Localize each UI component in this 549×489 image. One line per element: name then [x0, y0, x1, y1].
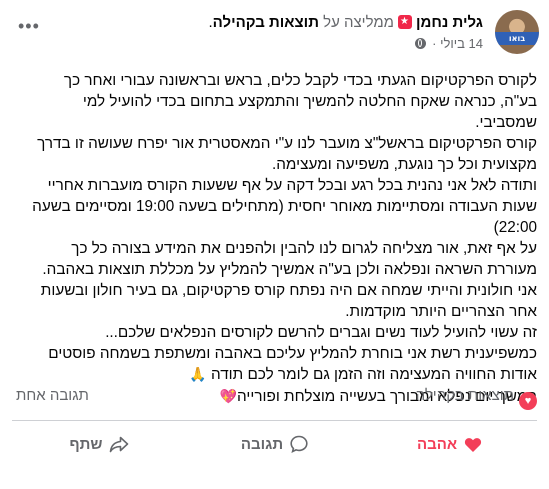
love-button-label: אהבה — [416, 435, 458, 453]
author-name[interactable]: גלית נחמן — [416, 14, 483, 31]
recommended-page-name[interactable]: תוצאות בקהילה — [213, 14, 319, 31]
post-line: קורס הפרקטיקום בראשל"צ מועבר לנו ע"י המא… — [37, 135, 537, 152]
post-meta: 14 ביולי · — [414, 36, 483, 51]
share-icon — [110, 436, 129, 452]
reactions-label: תוצאות בקהילה — [415, 387, 514, 404]
comment-button[interactable]: תגובה — [187, 426, 362, 462]
globe-icon — [414, 38, 426, 49]
reactions-summary: ♥ תוצאות בקהילה תגובה אחת — [16, 384, 537, 410]
post-line: מקצועית וכל כך נוגעת, משפיעה ומעצימה. — [271, 156, 537, 173]
post-line-text: אודות החוויה המעצימה וזה הזמן גם לומר לכ… — [210, 366, 537, 383]
praying-hands-icon: 🙏 — [189, 367, 207, 383]
post-line: אודות החוויה המעצימה וזה הזמן גם לומר לכ… — [10, 364, 537, 386]
action-bar: אהבה תגובה שתף — [12, 426, 537, 462]
share-button-label: שתף — [69, 435, 103, 453]
post-line: זה עשוי להועיל לעוד נשים וגברים להרשם לק… — [105, 324, 537, 341]
post-line: אני חולונית והייתי שמחה אם היה נפתח קורס… — [40, 282, 537, 299]
recommend-icon — [397, 15, 412, 29]
post-line: שמסביבי. — [475, 114, 537, 131]
post-line: בע"ה, כנראה שאקח החלטה להמשיך והתמקצע בת… — [82, 93, 537, 110]
post-line: אחר הצהריים היותר מוקדמות. — [345, 303, 537, 320]
post-line: על אף זאת, אור מצליחה לגרום לנו להבין ול… — [71, 240, 537, 257]
comments-count[interactable]: תגובה אחת — [16, 387, 89, 404]
heart-icon — [464, 437, 482, 452]
divider — [12, 420, 537, 421]
comment-icon — [290, 435, 308, 453]
comment-button-label: תגובה — [240, 435, 284, 453]
reactions-left[interactable]: ♥ תוצאות בקהילה — [416, 387, 537, 410]
post-line: מעוררת השראה ונפלאה ולכן בע"ה אמשיך להמל… — [42, 261, 537, 278]
love-button[interactable]: אהבה — [362, 426, 537, 462]
post-header: בואו גלית נחמןממליצה על תוצאות בקהילה. 1… — [10, 8, 539, 58]
avatar-badge: בואו — [495, 32, 539, 45]
meta-separator: · — [432, 36, 437, 51]
post-body: לקורס הפרקטיקום הגעתי בכדי לקבל כלים, בר… — [10, 70, 537, 408]
avatar[interactable]: בואו — [495, 10, 539, 54]
more-options-icon[interactable]: ••• — [18, 16, 40, 37]
recommends-text: ממליצה על — [323, 14, 394, 31]
post-line: שעות העבודה ומסתיימות מאוחר יחסית (מתחיל… — [32, 198, 537, 215]
love-reaction-icon: ♥ — [519, 392, 537, 410]
share-button[interactable]: שתף — [12, 426, 187, 462]
post-card: בואו גלית נחמןממליצה על תוצאות בקהילה. 1… — [0, 0, 549, 489]
post-line: ותודה לאל אני נהנית בכל רגע ובכל דקה על … — [47, 177, 537, 194]
post-line: 22:00) — [493, 219, 537, 236]
post-date[interactable]: 14 ביולי — [440, 36, 483, 51]
post-line: לקורס הפרקטיקום הגעתי בכדי לקבל כלים, בר… — [63, 72, 537, 89]
post-line: כמשפיענית רשת אני בוחרת להמליץ עליכם באה… — [48, 345, 537, 362]
post-title-line: גלית נחמןממליצה על תוצאות בקהילה. — [208, 14, 483, 31]
